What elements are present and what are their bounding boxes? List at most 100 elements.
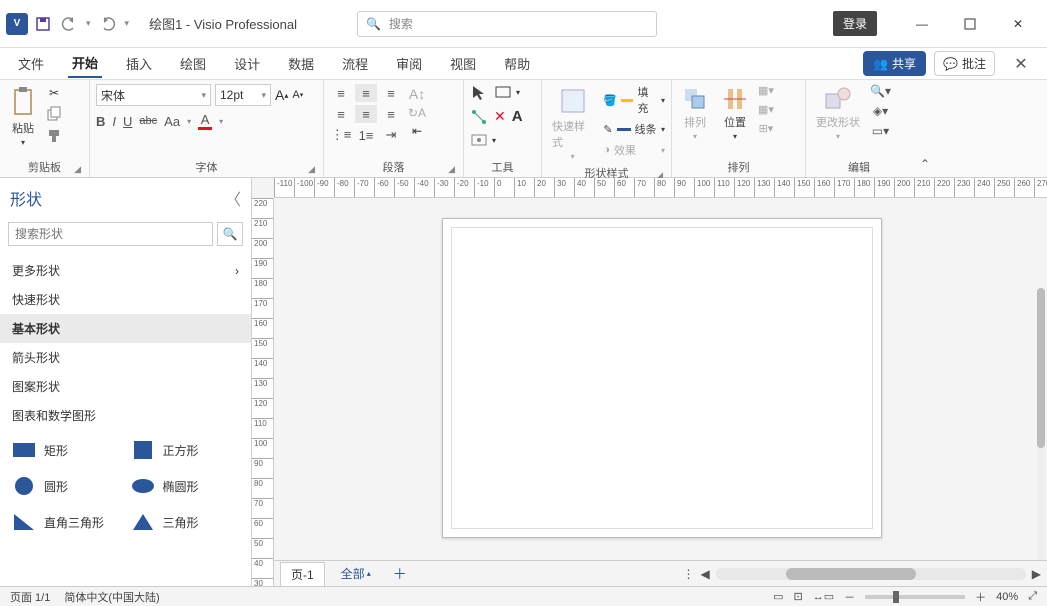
rectangle-tool-icon[interactable]: ▾ <box>494 84 520 100</box>
language-indicator[interactable]: 简体中文(中国大陆) <box>64 589 159 605</box>
text-direction-icon[interactable]: A↕ <box>408 86 426 102</box>
sheet-menu-icon[interactable]: ⋮ <box>683 567 695 581</box>
text-tool-icon[interactable]: A <box>512 108 523 125</box>
cat-pattern[interactable]: 图案形状 <box>0 372 251 401</box>
share-button[interactable]: 👥共享 <box>863 51 926 76</box>
scroll-right-icon[interactable]: ▶ <box>1032 567 1041 581</box>
align-center-icon[interactable]: ≡ <box>355 105 377 123</box>
send-back-icon[interactable]: ▦▾ <box>758 103 774 116</box>
shape-ellipse[interactable]: 椭圆形 <box>131 476 240 496</box>
align-top-left-icon[interactable]: ≡ <box>330 84 352 102</box>
change-case-button[interactable]: Aa <box>164 114 180 129</box>
shape-triangle[interactable]: 三角形 <box>131 512 240 532</box>
tab-draw[interactable]: 绘图 <box>176 50 210 77</box>
font-size-select[interactable]: 12pt▾ <box>215 84 271 106</box>
fill-button[interactable]: 🪣填充▾ <box>603 84 665 116</box>
vertical-scrollbar[interactable] <box>1037 288 1045 586</box>
comments-button[interactable]: 💬批注 <box>934 51 995 76</box>
bullets-icon[interactable]: ⋮≡ <box>330 126 352 144</box>
grow-font-icon[interactable]: A▴ <box>275 87 288 103</box>
cat-chart[interactable]: 图表和数学图形 <box>0 401 251 430</box>
login-button[interactable]: 登录 <box>833 11 877 36</box>
tab-data[interactable]: 数据 <box>284 50 318 77</box>
italic-button[interactable]: I <box>112 114 116 129</box>
redo-icon[interactable] <box>99 15 117 33</box>
layers-icon[interactable]: ◈▾ <box>870 104 891 118</box>
select-icon[interactable]: ▭▾ <box>870 124 891 138</box>
undo-dropdown-icon[interactable]: ▾ <box>86 18 91 29</box>
font-color-button[interactable]: A <box>198 112 212 130</box>
numbering-icon[interactable]: 1≡ <box>355 126 377 144</box>
pointer-tool-icon[interactable] <box>470 84 488 102</box>
rotate-text-icon[interactable]: ↻A <box>408 106 426 120</box>
font-launcher-icon[interactable]: ◢ <box>308 164 315 175</box>
search-box[interactable]: 🔍 搜索 <box>357 11 657 37</box>
sheet-all-button[interactable]: 全部▴ <box>333 562 379 585</box>
underline-button[interactable]: U <box>123 114 132 129</box>
quick-styles-button[interactable]: 快速样式▾ <box>548 84 597 163</box>
presentation-mode-icon[interactable]: ▭ <box>773 590 783 603</box>
outdent-icon[interactable]: ⇤ <box>408 124 426 138</box>
fit-page-icon[interactable]: ⊡ <box>794 590 803 603</box>
zoom-level[interactable]: 40% <box>996 591 1018 603</box>
shape-rectangle[interactable]: 矩形 <box>12 440 121 460</box>
connector-tool-icon[interactable] <box>470 108 488 126</box>
cat-basic[interactable]: 基本形状 <box>0 314 251 343</box>
horizontal-scrollbar[interactable] <box>716 568 1026 580</box>
font-name-select[interactable]: 宋体▾ <box>96 84 211 106</box>
zoom-in-icon[interactable]: ＋ <box>975 589 986 605</box>
line-button[interactable]: ✎线条▾ <box>603 121 665 137</box>
paragraph-launcher-icon[interactable]: ◢ <box>448 164 455 175</box>
shape-right-triangle[interactable]: 直角三角形 <box>12 512 121 532</box>
tab-file[interactable]: 文件 <box>14 50 48 77</box>
change-shape-button[interactable]: 更改形状▾ <box>812 84 864 143</box>
undo-icon[interactable] <box>60 15 78 33</box>
collapse-shapes-icon[interactable]: 〈 <box>225 186 241 210</box>
fit-width-icon[interactable]: ↔▭ <box>813 590 834 603</box>
align-top-right-icon[interactable]: ≡ <box>380 84 402 102</box>
align-left-icon[interactable]: ≡ <box>330 105 352 123</box>
collapse-ribbon-icon[interactable]: ⌃ <box>912 80 938 177</box>
group-icon[interactable]: ⊞▾ <box>758 122 774 135</box>
maximize-button[interactable] <box>947 8 993 40</box>
fullscreen-icon[interactable]: ⤢ <box>1028 590 1037 603</box>
shapes-search-input[interactable] <box>8 222 213 246</box>
drawing-page[interactable] <box>442 218 882 538</box>
bold-button[interactable]: B <box>96 114 105 129</box>
find-icon[interactable]: 🔍▾ <box>870 84 891 98</box>
ink-tool-icon[interactable]: ▾ <box>470 132 496 148</box>
sheet-tab-page1[interactable]: 页-1 <box>280 562 325 586</box>
effects-button[interactable]: ◑效果▾ <box>603 142 665 158</box>
zoom-out-icon[interactable]: － <box>844 589 855 605</box>
save-icon[interactable] <box>34 15 52 33</box>
scroll-left-icon[interactable]: ◀ <box>701 567 710 581</box>
shrink-font-icon[interactable]: A▾ <box>292 89 303 101</box>
close-button[interactable]: ✕ <box>995 8 1041 40</box>
tab-insert[interactable]: 插入 <box>122 50 156 77</box>
strike-button[interactable]: abc <box>139 115 157 127</box>
sheet-add-button[interactable]: ＋ <box>387 564 413 584</box>
canvas-area[interactable]: -110-100-90-80-70-60-50-40-30-20-1001020… <box>252 178 1047 586</box>
position-button[interactable]: 位置▾ <box>718 84 752 143</box>
zoom-slider[interactable] <box>865 595 965 599</box>
indent-icon[interactable]: ⇥ <box>380 126 402 144</box>
align-right-icon[interactable]: ≡ <box>380 105 402 123</box>
cut-icon[interactable]: ✂ <box>46 86 62 100</box>
bring-front-icon[interactable]: ▦▾ <box>758 84 774 97</box>
ribbon-close-icon[interactable]: ✕ <box>1009 54 1033 74</box>
clipboard-launcher-icon[interactable]: ◢ <box>74 164 81 175</box>
minimize-button[interactable]: ― <box>899 8 945 40</box>
page-indicator[interactable]: 页面 1/1 <box>10 589 50 605</box>
format-painter-icon[interactable] <box>46 128 62 144</box>
paste-button[interactable]: 粘贴▾ <box>6 84 40 149</box>
tab-process[interactable]: 流程 <box>338 50 372 77</box>
connection-point-icon[interactable]: ✕ <box>494 108 506 125</box>
tab-home[interactable]: 开始 <box>68 49 102 78</box>
tab-review[interactable]: 审阅 <box>392 50 426 77</box>
tab-design[interactable]: 设计 <box>230 50 264 77</box>
more-shapes-item[interactable]: 更多形状› <box>0 256 251 285</box>
shape-circle[interactable]: 圆形 <box>12 476 121 496</box>
cat-quick[interactable]: 快速形状 <box>0 285 251 314</box>
shape-square[interactable]: 正方形 <box>131 440 240 460</box>
qat-customize-icon[interactable]: ▾ <box>125 18 130 29</box>
